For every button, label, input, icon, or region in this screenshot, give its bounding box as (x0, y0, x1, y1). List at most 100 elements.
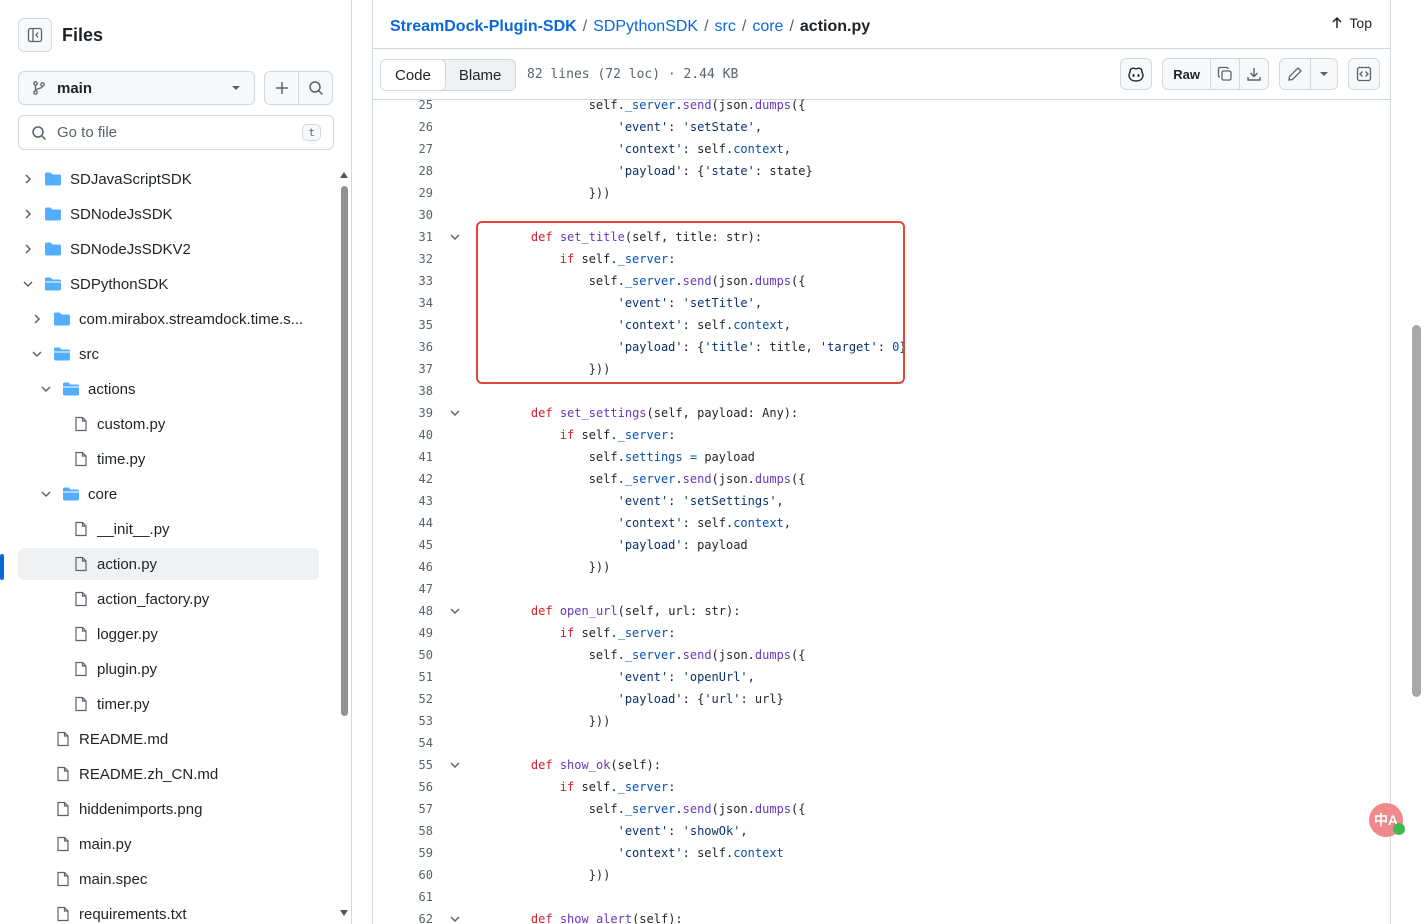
tree-file[interactable]: action.py (18, 548, 319, 580)
tree-folder[interactable]: SDPythonSDK (18, 268, 319, 300)
copy-raw-button[interactable] (1210, 58, 1240, 90)
line-number[interactable]: 50 (373, 648, 433, 662)
tree-folder[interactable]: core (18, 478, 319, 510)
line-number[interactable]: 57 (373, 802, 433, 816)
line-number[interactable]: 26 (373, 120, 433, 134)
line-number[interactable]: 55 (373, 758, 433, 772)
chevron-right-icon[interactable] (20, 241, 36, 257)
search-code-button[interactable] (298, 71, 333, 105)
breadcrumb-link-sdpythonsdk[interactable]: SDPythonSDK (593, 18, 698, 36)
line-number[interactable]: 25 (373, 98, 433, 112)
chevron-down-icon[interactable] (38, 381, 54, 397)
edit-options-button[interactable] (1310, 58, 1338, 90)
scroll-up-icon[interactable] (340, 172, 348, 178)
line-number[interactable]: 44 (373, 516, 433, 530)
tree-file[interactable]: action_factory.py (18, 583, 319, 615)
tree-file[interactable]: timer.py (18, 688, 319, 720)
tree-file[interactable]: README.zh_CN.md (18, 758, 319, 790)
line-number[interactable]: 31 (373, 230, 433, 244)
line-number[interactable]: 52 (373, 692, 433, 706)
tree-file[interactable]: custom.py (18, 408, 319, 440)
line-number[interactable]: 32 (373, 252, 433, 266)
line-number[interactable]: 46 (373, 560, 433, 574)
back-to-top-link[interactable]: Top (1330, 15, 1372, 31)
copilot-button[interactable] (1120, 58, 1153, 90)
line-number[interactable]: 30 (373, 208, 433, 222)
page-scroll-thumb[interactable] (1412, 325, 1421, 697)
tree-folder[interactable]: SDNodeJsSDK (18, 198, 319, 230)
chevron-right-icon[interactable] (20, 206, 36, 222)
go-to-file-input[interactable]: Go to file t (18, 115, 334, 150)
line-number[interactable]: 61 (373, 890, 433, 904)
line-number[interactable]: 62 (373, 912, 433, 924)
download-button[interactable] (1239, 58, 1269, 90)
line-number[interactable]: 45 (373, 538, 433, 552)
breadcrumb-repo-link[interactable]: StreamDock-Plugin-SDK (390, 18, 577, 36)
tab-blame[interactable]: Blame (445, 60, 516, 90)
line-number[interactable]: 39 (373, 406, 433, 420)
fold-chevron-icon[interactable] (433, 913, 477, 924)
tree-folder[interactable]: SDJavaScriptSDK (18, 163, 319, 195)
line-number[interactable]: 41 (373, 450, 433, 464)
tree-file[interactable]: main.spec (18, 863, 319, 895)
tab-code[interactable]: Code (381, 60, 446, 90)
chevron-right-icon[interactable] (20, 171, 36, 187)
line-number[interactable]: 43 (373, 494, 433, 508)
tree-folder[interactable]: SDNodeJsSDKV2 (18, 233, 319, 265)
line-number[interactable]: 29 (373, 186, 433, 200)
tree-file[interactable]: __init__.py (18, 513, 319, 545)
breadcrumb-link-core[interactable]: core (752, 18, 783, 36)
line-number[interactable]: 33 (373, 274, 433, 288)
sidebar-scrollbar[interactable] (338, 170, 350, 920)
line-number[interactable]: 38 (373, 384, 433, 398)
line-number[interactable]: 59 (373, 846, 433, 860)
tree-file[interactable]: main.py (18, 828, 319, 860)
line-number[interactable]: 56 (373, 780, 433, 794)
fold-chevron-icon[interactable] (433, 759, 477, 771)
line-number[interactable]: 36 (373, 340, 433, 354)
line-number[interactable]: 27 (373, 142, 433, 156)
code-line: 34 'event': 'setTitle', (373, 292, 1390, 314)
chevron-down-icon[interactable] (38, 486, 54, 502)
scroll-down-icon[interactable] (340, 910, 348, 916)
line-number[interactable]: 28 (373, 164, 433, 178)
edit-file-button[interactable] (1279, 58, 1311, 90)
line-number[interactable]: 42 (373, 472, 433, 486)
chevron-down-icon[interactable] (29, 346, 45, 362)
line-number[interactable]: 54 (373, 736, 433, 750)
tree-folder[interactable]: src (18, 338, 319, 370)
raw-button[interactable]: Raw (1162, 58, 1211, 90)
page-scrollbar[interactable] (1409, 0, 1424, 924)
chevron-right-icon[interactable] (29, 311, 45, 327)
line-number[interactable]: 40 (373, 428, 433, 442)
tree-file[interactable]: hiddenimports.png (18, 793, 319, 825)
translate-extension-button[interactable]: 中A (1369, 803, 1405, 837)
tree-file[interactable]: README.md (18, 723, 319, 755)
tree-file[interactable]: time.py (18, 443, 319, 475)
fold-chevron-icon[interactable] (433, 231, 477, 243)
tree-file[interactable]: plugin.py (18, 653, 319, 685)
line-number[interactable]: 48 (373, 604, 433, 618)
line-number[interactable]: 47 (373, 582, 433, 596)
tree-file[interactable]: logger.py (18, 618, 319, 650)
tree-file[interactable]: requirements.txt (18, 898, 319, 924)
line-number[interactable]: 37 (373, 362, 433, 376)
line-number[interactable]: 51 (373, 670, 433, 684)
line-number[interactable]: 49 (373, 626, 433, 640)
tree-folder[interactable]: actions (18, 373, 319, 405)
line-number[interactable]: 35 (373, 318, 433, 332)
fold-chevron-icon[interactable] (433, 605, 477, 617)
symbols-panel-button[interactable] (1348, 58, 1380, 90)
line-number[interactable]: 34 (373, 296, 433, 310)
fold-chevron-icon[interactable] (433, 407, 477, 419)
line-number[interactable]: 53 (373, 714, 433, 728)
sidebar-scroll-thumb[interactable] (341, 186, 348, 716)
chevron-down-icon[interactable] (20, 276, 36, 292)
line-number[interactable]: 60 (373, 868, 433, 882)
branch-selector[interactable]: main (18, 71, 255, 105)
breadcrumb-link-src[interactable]: src (715, 18, 736, 36)
line-number[interactable]: 58 (373, 824, 433, 838)
collapse-sidebar-button[interactable] (18, 18, 52, 52)
add-file-button[interactable] (264, 71, 299, 105)
tree-folder[interactable]: com.mirabox.streamdock.time.s... (18, 303, 319, 335)
